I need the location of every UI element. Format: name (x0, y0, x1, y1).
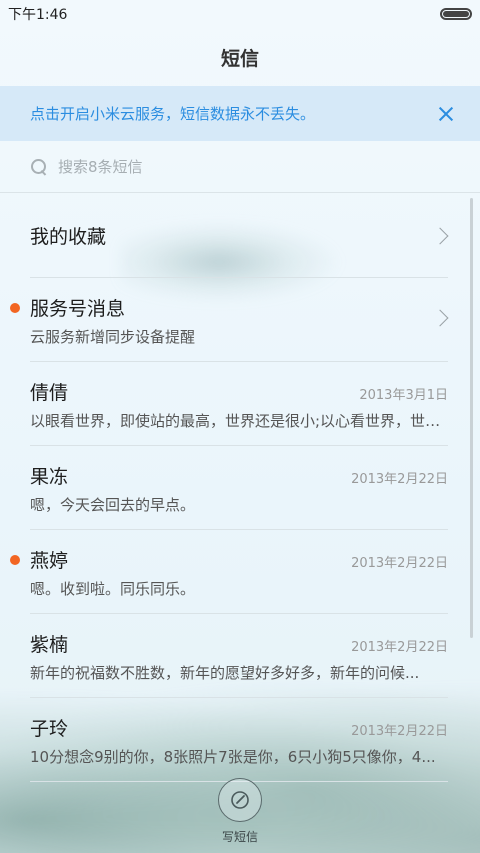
conversation-title: 我的收藏 (30, 226, 107, 248)
compose-icon[interactable] (218, 778, 262, 822)
conversation-preview: 云服务新增同步设备提醒 (30, 328, 196, 346)
conversation-date: 2013年3月1日 (359, 388, 448, 403)
search-icon (30, 158, 48, 176)
conversation-list: 我的收藏 服务号消息 云服务新增同步设备提醒 倩倩 2013年3月1日 以眼看世… (0, 194, 480, 782)
status-time: 下午1:46 (8, 7, 68, 23)
conversation-title: 子玲 (30, 718, 69, 740)
page-title: 短信 (220, 47, 259, 70)
conversation-favorites[interactable]: 我的收藏 (30, 194, 449, 278)
conversation-preview: 10分想念9别的你，8张照片7张是你，6只小狗5只像你，4... (30, 748, 436, 766)
conversation-item[interactable]: 燕婷 2013年2月22日 嗯。收到啦。同乐同乐。 (10, 530, 448, 614)
conversation-item[interactable]: 倩倩 2013年3月1日 以眼看世界，即使站的最高，世界还是很小;以心看世界，世… (30, 362, 448, 446)
conversation-title: 燕婷 (30, 550, 69, 572)
conversation-title: 果冻 (30, 466, 69, 488)
conversation-title: 紫楠 (30, 634, 69, 656)
close-icon[interactable] (436, 104, 456, 124)
conversation-preview: 嗯，今天会回去的早点。 (30, 496, 196, 514)
conversation-item[interactable]: 子玲 2013年2月22日 10分想念9别的你，8张照片7张是你，6只小狗5只像… (30, 698, 448, 782)
cloud-service-banner[interactable]: 点击开启小米云服务，短信数据永不丢失。 (0, 86, 480, 141)
conversation-date: 2013年2月22日 (351, 556, 448, 571)
conversation-date: 2013年2月22日 (351, 640, 448, 655)
unread-dot (10, 555, 20, 565)
chevron-right-icon (431, 227, 449, 245)
conversation-preview: 新年的祝福数不胜数，新年的愿望好多好多，新年的问候... (30, 664, 420, 682)
conversation-title: 倩倩 (30, 382, 69, 404)
status-bar: 下午1:46 (0, 0, 480, 28)
conversation-service-messages[interactable]: 服务号消息 云服务新增同步设备提醒 (10, 278, 449, 362)
banner-text[interactable]: 点击开启小米云服务，短信数据永不丢失。 (30, 103, 436, 124)
conversation-title: 服务号消息 (30, 298, 126, 320)
messages-screen: 下午1:46 短信 点击开启小米云服务，短信数据永不丢失。 我的收藏 服务号消息… (0, 0, 480, 853)
search-input[interactable] (58, 157, 438, 176)
chevron-right-icon (431, 309, 449, 327)
unread-dot (10, 303, 20, 313)
compose-button[interactable]: 写短信 (200, 778, 280, 848)
conversation-date: 2013年2月22日 (351, 724, 448, 739)
title-bar: 短信 (0, 28, 480, 86)
conversation-item[interactable]: 果冻 2013年2月22日 嗯，今天会回去的早点。 (30, 446, 448, 530)
conversation-item[interactable]: 紫楠 2013年2月22日 新年的祝福数不胜数，新年的愿望好多好多，新年的问候.… (30, 614, 448, 698)
conversation-date: 2013年2月22日 (351, 472, 448, 487)
conversation-preview: 以眼看世界，即使站的最高，世界还是很小;以心看世界，世界... (30, 412, 448, 430)
compose-label: 写短信 (221, 830, 258, 844)
search-bar[interactable] (0, 141, 480, 193)
battery-icon (440, 8, 472, 20)
conversation-preview: 嗯。收到啦。同乐同乐。 (30, 580, 196, 598)
scrollbar[interactable] (470, 198, 473, 638)
